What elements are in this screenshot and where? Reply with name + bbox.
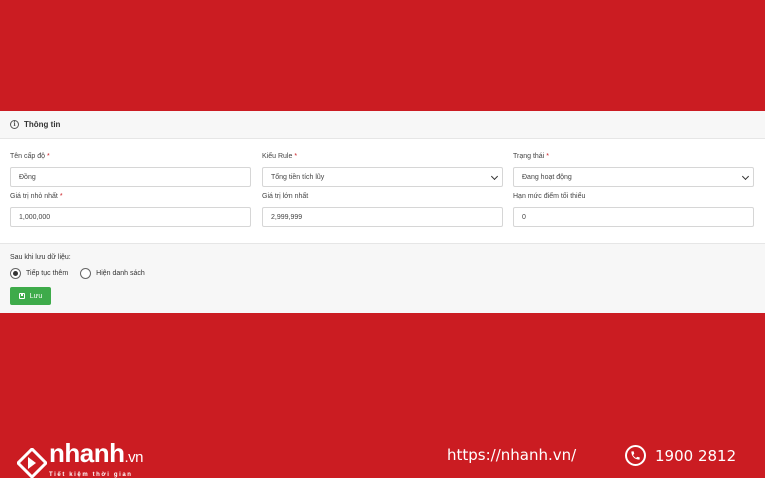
radio-label: Hiện danh sách (96, 270, 145, 277)
required-mark: * (59, 193, 63, 200)
save-button-label: Lưu (29, 292, 43, 300)
brand-logo: nhanh.vn Tiết kiệm thời gian (17, 438, 144, 478)
status-field: Trạng thái * Đang hoạt động (513, 152, 754, 187)
status-label: Trạng thái * (513, 153, 549, 160)
save-button[interactable]: Lưu (10, 287, 51, 305)
rule-type-select[interactable]: Tổng tiền tích lũy (262, 167, 503, 187)
max-value-field: Giá trị lớn nhất 2,999,999 (262, 192, 503, 227)
after-save-section: Sau khi lưu dữ liệu: Tiếp tục thêm Hiện … (0, 243, 765, 313)
info-panel: i Thông tin Tên cấp độ * Đồng Kiểu Rule * … (0, 111, 765, 313)
rule-type-label: Kiểu Rule * (262, 153, 298, 160)
level-form: Tên cấp độ * Đồng Kiểu Rule * Tổng tiền tí… (0, 139, 765, 243)
chevron-down-icon (490, 172, 499, 181)
radio-label: Tiếp tục thêm (26, 270, 69, 277)
max-value-label: Giá trị lớn nhất (262, 193, 309, 200)
panel-header: i Thông tin (0, 111, 765, 139)
required-mark: * (294, 153, 298, 160)
phone-contact: 1900 2812 (625, 445, 736, 466)
nhanh-logo-icon (17, 448, 47, 478)
min-points-input[interactable]: 0 (513, 207, 754, 227)
status-select[interactable]: Đang hoạt động (513, 167, 754, 187)
radio-unchecked-icon[interactable] (80, 268, 92, 279)
radio-continue-adding[interactable]: Tiếp tục thêm (10, 268, 68, 279)
logo-wordmark: nhanh.vn (49, 438, 144, 468)
level-name-input[interactable]: Đồng (10, 167, 251, 187)
rule-type-field: Kiểu Rule * Tổng tiền tích lũy (262, 152, 503, 187)
level-name-field: Tên cấp độ * Đồng (10, 152, 251, 187)
radio-show-list[interactable]: Hiện danh sách (80, 268, 145, 279)
max-value-input[interactable]: 2,999,999 (262, 207, 503, 227)
min-points-field: Hạn mức điểm tối thiểu 0 (513, 192, 754, 227)
min-value-field: Giá trị nhỏ nhất * 1,000,000 (10, 192, 251, 227)
logo-tagline: Tiết kiệm thời gian (49, 472, 133, 478)
min-value-label: Giá trị nhỏ nhất * (10, 193, 63, 200)
after-save-label: Sau khi lưu dữ liệu: (10, 254, 71, 261)
phone-icon (625, 445, 646, 466)
required-mark: * (546, 153, 549, 160)
level-name-label: Tên cấp độ * (10, 153, 50, 160)
panel-title: Thông tin (24, 120, 61, 129)
min-value-input[interactable]: 1,000,000 (10, 207, 251, 227)
website-url: https://nhanh.vn/ (447, 446, 577, 464)
info-icon: i (10, 120, 19, 129)
min-points-label: Hạn mức điểm tối thiểu (513, 193, 586, 200)
phone-number: 1900 2812 (655, 446, 737, 465)
radio-checked-icon[interactable] (10, 268, 21, 279)
after-save-options: Tiếp tục thêm Hiện danh sách (10, 268, 157, 279)
required-mark: * (47, 153, 50, 160)
chevron-down-icon (741, 172, 750, 181)
save-icon (18, 293, 25, 299)
